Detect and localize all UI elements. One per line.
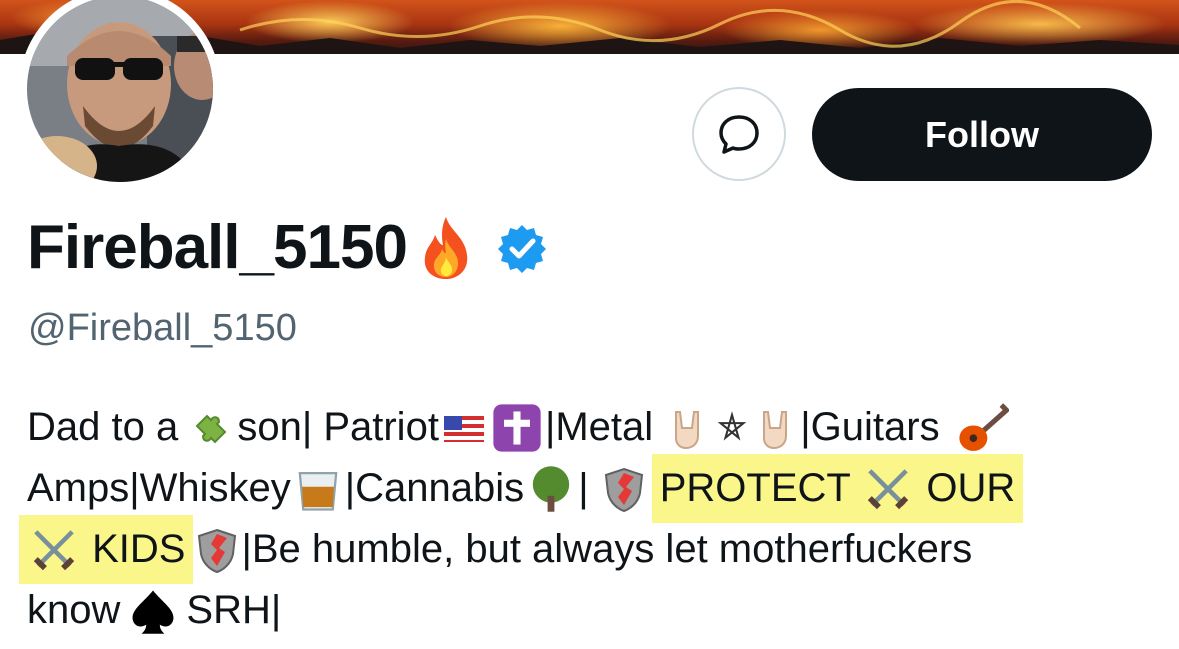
bio-line-4: know SRH| (27, 580, 1157, 641)
guitar-icon (959, 402, 1009, 451)
message-button[interactable] (692, 87, 786, 181)
fire-icon (424, 217, 468, 279)
bio-text: | (578, 466, 600, 510)
crossed-swords-icon (868, 468, 909, 509)
bio-text: |Guitars (800, 405, 951, 449)
crossed-swords-icon (33, 529, 75, 570)
bio: Dad to a son| Patriot |Metal |Guitars Am… (19, 397, 1157, 641)
name-row: Fireball_5150 (27, 208, 547, 288)
bio-text: OUR (915, 466, 1016, 510)
sign-of-horns-icon (763, 410, 788, 449)
follow-button[interactable]: Follow (812, 88, 1152, 181)
bio-text: |Metal (544, 405, 665, 449)
highlighted-text: PROTECT OUR (651, 454, 1024, 523)
us-flag-icon (443, 415, 484, 442)
bio-line-2: Amps|Whiskey |Cannabis | PROTECT OUR (27, 454, 1157, 523)
pentagram-icon (717, 410, 747, 441)
bio-text: Amps|Whiskey (27, 466, 291, 510)
bio-line-1: Dad to a son| Patriot |Metal |Guitars (27, 397, 1157, 458)
latin-cross-icon (493, 403, 541, 452)
tree-icon (533, 465, 570, 512)
avatar[interactable] (19, 0, 221, 190)
bio-text: |Be humble, but always let motherfuckers (241, 527, 973, 571)
bio-text: son| Patriot (237, 405, 439, 449)
puzzle-piece-icon (195, 414, 227, 443)
avatar-photo (27, 0, 213, 182)
bio-text: |Cannabis (344, 466, 525, 510)
bio-text: KIDS (81, 527, 186, 571)
sign-of-horns-icon (675, 410, 700, 449)
handle: @Fireball_5150 (28, 307, 297, 349)
bio-text: PROTECT (659, 466, 862, 510)
message-bubble-icon (719, 115, 759, 154)
shield-icon (198, 528, 237, 573)
bio-line-3: KIDS |Be humble, but always let motherfu… (19, 515, 1157, 584)
spade-suit-icon (132, 590, 174, 634)
display-name: Fireball_5150 (27, 213, 408, 282)
highlighted-text: KIDS (19, 515, 194, 584)
bio-text: Dad to a (27, 405, 190, 449)
whiskey-glass-icon (298, 471, 338, 511)
verified-badge-icon[interactable] (497, 223, 547, 273)
bio-text: SRH| (186, 588, 282, 632)
shield-icon (604, 467, 643, 512)
bio-text: know (27, 588, 121, 632)
